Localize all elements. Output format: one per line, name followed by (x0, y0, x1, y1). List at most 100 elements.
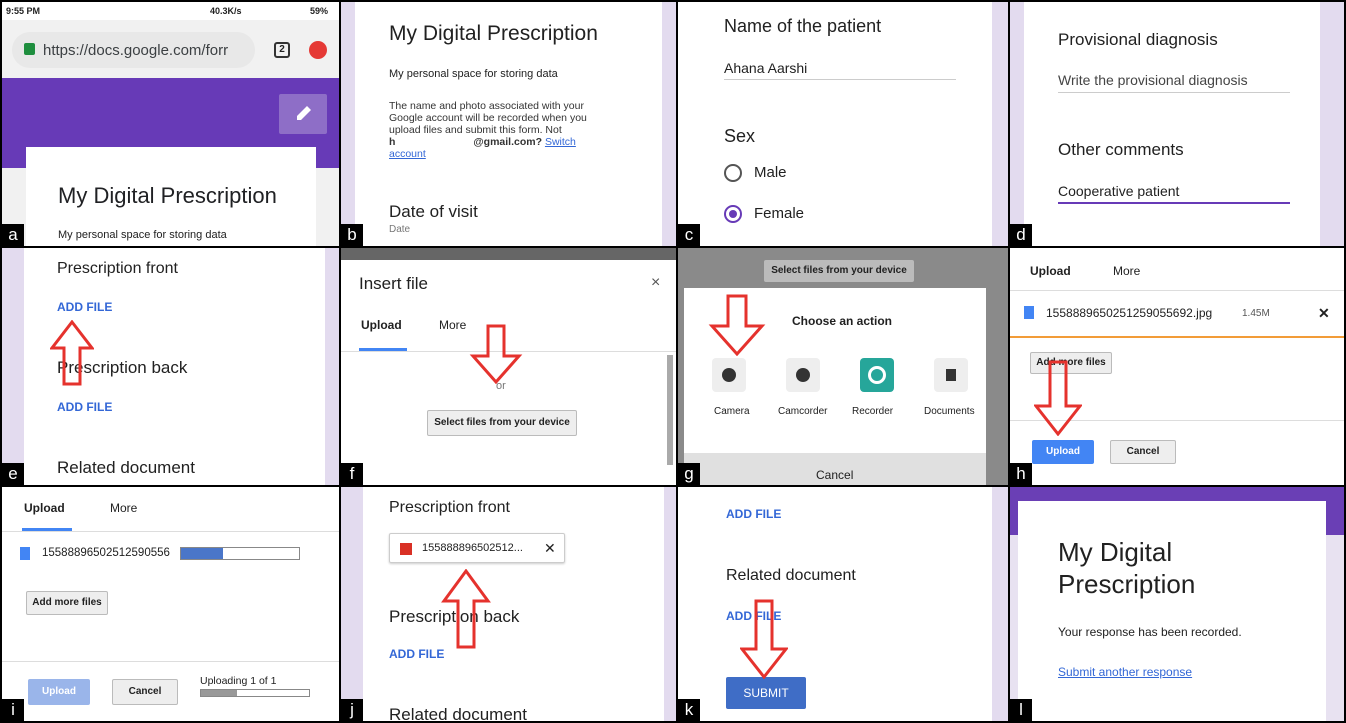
lavender-margin (992, 487, 1008, 721)
lavender-margin (664, 487, 676, 721)
panel-label: f (341, 463, 363, 485)
down-arrow-icon (740, 599, 788, 679)
tab-more[interactable]: More (110, 501, 137, 515)
notice-line: The name and photo associated with your (389, 100, 584, 112)
file-name: 1558889650251259055692.jpg (1046, 306, 1213, 320)
upload-button[interactable]: Upload (1032, 440, 1094, 464)
switch-account-link-2[interactable]: account (389, 148, 426, 160)
edit-button[interactable] (279, 94, 327, 134)
upload-status-icon[interactable] (309, 41, 327, 59)
recorder-option[interactable] (860, 358, 894, 392)
input-underline-active (1058, 202, 1290, 204)
form-description: My personal space for storing data (389, 68, 558, 80)
remove-file-icon[interactable]: ✕ (544, 540, 556, 557)
diagnosis-input[interactable]: Write the provisional diagnosis (1058, 72, 1248, 88)
input-underline (724, 79, 956, 80)
name-input[interactable]: Ahana Aarshi (724, 60, 807, 76)
panel-label: k (678, 699, 700, 721)
radio-female[interactable] (724, 205, 742, 223)
up-arrow-icon (441, 569, 491, 649)
radio-male[interactable] (724, 164, 742, 182)
comments-input[interactable]: Cooperative patient (1058, 183, 1179, 199)
panel-i: Upload More 15588896502512590556 Add mor… (2, 487, 339, 721)
panel-f: Insert file × Upload More or Select file… (341, 248, 676, 485)
tab-more[interactable]: More (1113, 264, 1140, 278)
total-progress-bar (200, 689, 310, 697)
select-files-button[interactable]: Select files from your device (764, 260, 914, 282)
lavender-margin (1320, 2, 1344, 246)
add-file-prev[interactable]: ADD FILE (726, 507, 781, 521)
tabs-count: 2 (279, 44, 285, 55)
panel-label: h (1010, 463, 1032, 485)
submit-another-link[interactable]: Submit another response (1058, 665, 1192, 679)
date-label: Date of visit (389, 202, 478, 221)
confirmation-card: My Digital Prescription Your response ha… (1018, 501, 1326, 721)
switch-account-link[interactable]: Switch (545, 136, 576, 148)
related-document-label: Related document (726, 567, 856, 584)
tab-upload[interactable]: Upload (24, 501, 65, 515)
tab-more[interactable]: More (439, 318, 466, 332)
input-underline (1058, 92, 1290, 93)
sex-label: Sex (724, 126, 756, 146)
select-files-button[interactable]: Select files from your device (427, 410, 577, 436)
close-icon[interactable]: × (651, 274, 660, 292)
camcorder-label: Camcorder (778, 406, 828, 417)
panel-label: j (341, 699, 363, 721)
cancel-button[interactable]: Cancel (1110, 440, 1176, 464)
response-recorded-text: Your response has been recorded. (1058, 625, 1242, 639)
down-arrow-icon (469, 324, 523, 384)
camera-option[interactable] (712, 358, 746, 392)
panel-label: c (678, 224, 700, 246)
form-card: My Digital Prescription My personal spac… (26, 147, 316, 246)
documents-option[interactable] (934, 358, 968, 392)
add-file-front[interactable]: ADD FILE (57, 300, 112, 314)
url-text: https://docs.google.com/forr (43, 42, 229, 59)
battery-level: 59% (310, 6, 329, 16)
related-document-label: Related document (389, 705, 527, 721)
panel-label: d (1010, 224, 1032, 246)
tab-divider (1010, 290, 1344, 291)
file-size: 1.45M (1242, 308, 1270, 319)
panel-c: Name of the patient Ahana Aarshi Sex Mal… (678, 2, 1008, 246)
tab-upload[interactable]: Upload (361, 318, 402, 332)
date-input[interactable]: Date (389, 224, 410, 235)
remove-file-icon[interactable]: ✕ (1318, 305, 1330, 322)
up-arrow-icon (50, 320, 94, 386)
file-icon (1024, 306, 1034, 319)
form-title: My Digital Prescription (389, 22, 598, 45)
tabs-count-button[interactable]: 2 (274, 42, 290, 58)
uploading-file-name: 15588896502512590556 (42, 547, 170, 559)
cancel-button[interactable]: Cancel (112, 679, 178, 705)
tab-divider (2, 531, 339, 532)
add-file-back[interactable]: ADD FILE (57, 400, 112, 414)
panel-label: b (341, 224, 363, 246)
add-more-files-button[interactable]: Add more files (26, 591, 108, 615)
tab-upload[interactable]: Upload (1030, 264, 1071, 278)
pencil-icon (297, 106, 311, 120)
camcorder-option[interactable] (786, 358, 820, 392)
upload-button-disabled[interactable]: Upload (28, 679, 90, 705)
panel-label: l (1010, 699, 1032, 721)
submit-button[interactable]: SUBMIT (726, 677, 806, 709)
panel-k: ADD FILE Related document ADD FILE SUBMI… (678, 487, 1008, 721)
recorder-label: Recorder (852, 406, 894, 417)
down-arrow-icon (708, 294, 766, 356)
confirmation-title-line1: My Digital (1058, 537, 1173, 567)
comments-label: Other comments (1058, 140, 1184, 159)
panel-label: g (678, 463, 700, 485)
status-speed: 40.3K/s (210, 6, 242, 16)
panel-h: Upload More 1558889650251259055692.jpg 1… (1010, 248, 1344, 485)
name-label: Name of the patient (724, 16, 882, 36)
address-bar[interactable]: https://docs.google.com/forr (12, 32, 255, 68)
file-chip[interactable]: 155888896502512... ✕ (389, 533, 565, 563)
footer-divider (2, 661, 339, 662)
add-file-back[interactable]: ADD FILE (389, 647, 444, 661)
status-time: 9:55 PM (6, 6, 41, 16)
panel-d: Provisional diagnosis Write the provisio… (1010, 2, 1344, 246)
diagnosis-label: Provisional diagnosis (1058, 30, 1218, 49)
notice-line: upload files and submit this form. Not (389, 124, 562, 136)
upload-status: Uploading 1 of 1 (200, 675, 277, 687)
scrollbar[interactable] (667, 355, 673, 465)
cancel-button[interactable]: Cancel (816, 468, 853, 482)
file-icon (20, 547, 30, 560)
